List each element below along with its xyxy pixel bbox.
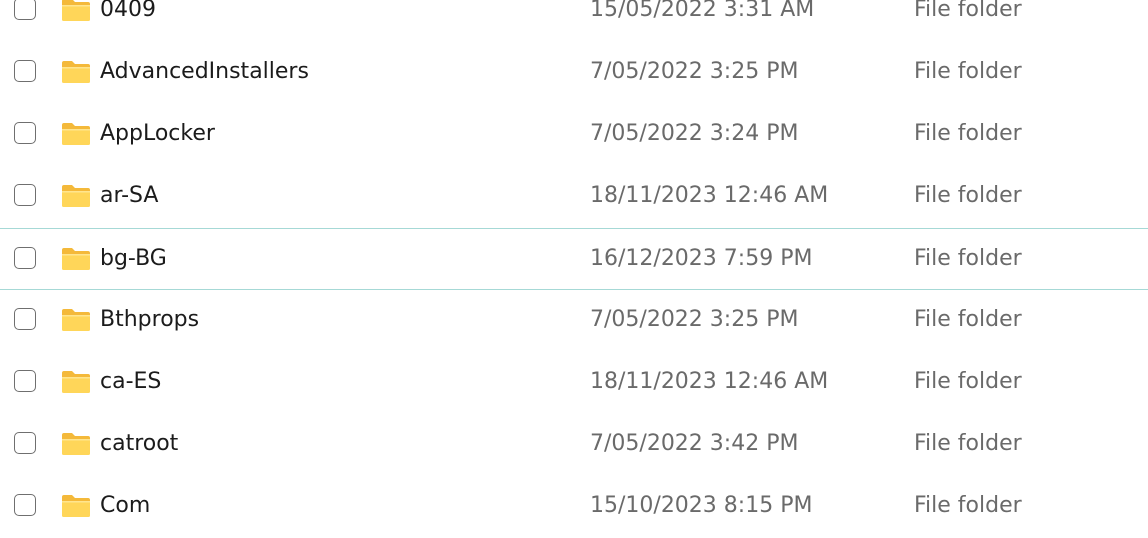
row-checkbox[interactable] bbox=[14, 494, 36, 516]
file-name[interactable]: catroot bbox=[100, 430, 178, 458]
file-type: File folder bbox=[914, 59, 1022, 84]
file-name[interactable]: Bthprops bbox=[100, 306, 199, 334]
file-type: File folder bbox=[914, 369, 1022, 394]
file-type: File folder bbox=[914, 493, 1022, 518]
row-checkbox[interactable] bbox=[14, 308, 36, 330]
date-modified: 7/05/2022 3:42 PM bbox=[590, 431, 799, 456]
date-modified: 18/11/2023 12:46 AM bbox=[590, 369, 829, 394]
date-modified: 18/11/2023 12:46 AM bbox=[590, 183, 829, 208]
row-checkbox[interactable] bbox=[14, 0, 36, 20]
file-row[interactable]: 0409 15/05/2022 3:31 AM File folder bbox=[0, 0, 1148, 42]
folder-icon bbox=[61, 494, 91, 518]
date-modified: 7/05/2022 3:25 PM bbox=[590, 59, 799, 84]
folder-icon bbox=[61, 247, 91, 271]
folder-icon bbox=[61, 60, 91, 84]
date-modified: 15/10/2023 8:15 PM bbox=[590, 493, 813, 518]
folder-icon bbox=[61, 370, 91, 394]
folder-icon bbox=[61, 0, 91, 22]
file-name[interactable]: AdvancedInstallers bbox=[100, 58, 309, 86]
file-type: File folder bbox=[914, 246, 1022, 271]
file-list: 0409 15/05/2022 3:31 AM File folder Adva… bbox=[0, 0, 1148, 538]
date-modified: 15/05/2022 3:31 AM bbox=[590, 0, 815, 22]
file-name[interactable]: 0409 bbox=[100, 0, 156, 24]
row-checkbox[interactable] bbox=[14, 432, 36, 454]
file-row[interactable]: bg-BG 16/12/2023 7:59 PM File folder bbox=[0, 228, 1148, 290]
row-checkbox[interactable] bbox=[14, 184, 36, 206]
row-checkbox[interactable] bbox=[14, 370, 36, 392]
folder-icon bbox=[61, 122, 91, 146]
file-name[interactable]: Com bbox=[100, 492, 150, 520]
file-row[interactable]: Bthprops 7/05/2022 3:25 PM File folder bbox=[0, 290, 1148, 352]
folder-icon bbox=[61, 432, 91, 456]
file-name[interactable]: bg-BG bbox=[100, 245, 167, 273]
file-type: File folder bbox=[914, 121, 1022, 146]
file-type: File folder bbox=[914, 183, 1022, 208]
date-modified: 7/05/2022 3:24 PM bbox=[590, 121, 799, 146]
file-row[interactable]: AppLocker 7/05/2022 3:24 PM File folder bbox=[0, 104, 1148, 166]
row-checkbox[interactable] bbox=[14, 122, 36, 144]
file-type: File folder bbox=[914, 0, 1022, 22]
file-type: File folder bbox=[914, 307, 1022, 332]
file-row[interactable]: Com 15/10/2023 8:15 PM File folder bbox=[0, 476, 1148, 538]
folder-icon bbox=[61, 308, 91, 332]
date-modified: 16/12/2023 7:59 PM bbox=[590, 246, 813, 271]
file-name[interactable]: ca-ES bbox=[100, 368, 161, 396]
file-name[interactable]: AppLocker bbox=[100, 120, 215, 148]
date-modified: 7/05/2022 3:25 PM bbox=[590, 307, 799, 332]
row-checkbox[interactable] bbox=[14, 60, 36, 82]
row-checkbox[interactable] bbox=[14, 247, 36, 269]
file-name[interactable]: ar-SA bbox=[100, 182, 158, 210]
file-row[interactable]: catroot 7/05/2022 3:42 PM File folder bbox=[0, 414, 1148, 476]
file-row[interactable]: AdvancedInstallers 7/05/2022 3:25 PM Fil… bbox=[0, 42, 1148, 104]
folder-icon bbox=[61, 184, 91, 208]
file-type: File folder bbox=[914, 431, 1022, 456]
file-row[interactable]: ar-SA 18/11/2023 12:46 AM File folder bbox=[0, 166, 1148, 228]
file-row[interactable]: ca-ES 18/11/2023 12:46 AM File folder bbox=[0, 352, 1148, 414]
